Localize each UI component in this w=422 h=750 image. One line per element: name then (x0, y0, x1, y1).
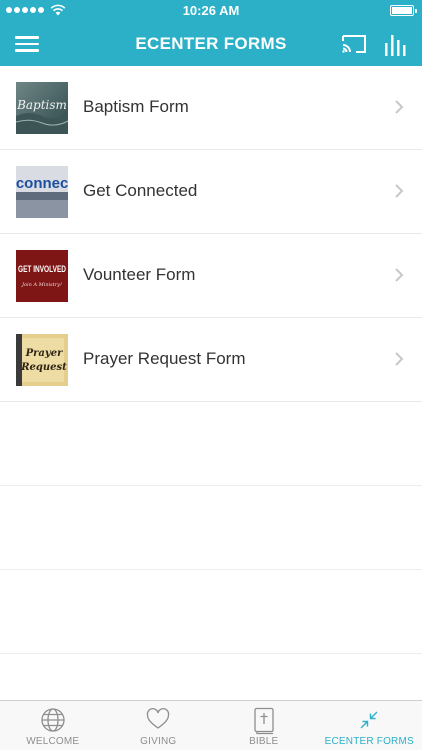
tab-label: ECENTER FORMS (324, 736, 414, 747)
chevron-right-icon (395, 184, 404, 198)
forms-list: Baptism Baptism Form get connected Get C… (0, 66, 422, 654)
tab-label: GIVING (140, 736, 177, 747)
get-involved-thumb-text: GET INVOLVED (18, 264, 66, 275)
get-involved-thumb-subtext: Join A Ministry! (21, 282, 62, 288)
baptism-thumbnail: Baptism (16, 82, 68, 134)
tab-bible[interactable]: BIBLE (211, 701, 317, 750)
list-item-label: Get Connected (83, 181, 198, 200)
list-item-volunteer-form[interactable]: GET INVOLVED Join A Ministry! Vounteer F… (0, 234, 422, 318)
empty-row (0, 570, 422, 654)
tab-label: BIBLE (249, 736, 279, 747)
empty-row (0, 402, 422, 486)
nav-bar: ECENTER FORMS (0, 22, 422, 66)
tab-label: WELCOME (26, 736, 80, 747)
tab-welcome[interactable]: WELCOME (0, 701, 106, 750)
status-bar: 10:26 AM (0, 0, 422, 22)
status-time: 10:26 AM (182, 3, 240, 18)
prayer-request-thumbnail: Prayer Request (16, 334, 68, 386)
battery-icon (390, 5, 417, 16)
arrows-in-icon (360, 711, 378, 729)
chevron-right-icon (395, 352, 404, 366)
list-item-get-connected[interactable]: get connected Get Connected (0, 150, 422, 234)
cast-icon[interactable] (340, 32, 368, 56)
heart-icon (147, 708, 170, 729)
list-item-label: Vounteer Form (83, 265, 196, 284)
list-item-baptism-form[interactable]: Baptism Baptism Form (0, 66, 422, 150)
tab-bar: WELCOME GIVING BIBLE ECENTER FORMS (0, 700, 422, 750)
tab-ecenter-forms[interactable]: ECENTER FORMS (317, 701, 422, 750)
list-item-label: Prayer Request Form (83, 349, 246, 368)
get-connected-thumbnail: get connected (16, 166, 68, 218)
tab-giving[interactable]: GIVING (106, 701, 212, 750)
prayer-thumb-text: Prayer (25, 348, 63, 359)
baptism-thumb-text: Baptism (16, 98, 67, 112)
empty-row (0, 486, 422, 570)
request-thumb-text: Request (20, 362, 67, 373)
get-involved-thumbnail: GET INVOLVED Join A Ministry! (16, 250, 68, 302)
list-item-label: Baptism Form (83, 97, 189, 116)
bible-icon (254, 707, 274, 735)
chevron-right-icon (395, 268, 404, 282)
chevron-right-icon (395, 100, 404, 114)
get-connected-thumb-text: get connected (16, 175, 68, 192)
list-item-prayer-request-form[interactable]: Prayer Request Prayer Request Form (0, 318, 422, 402)
globe-icon (41, 708, 65, 732)
bar-chart-icon[interactable] (384, 31, 408, 57)
